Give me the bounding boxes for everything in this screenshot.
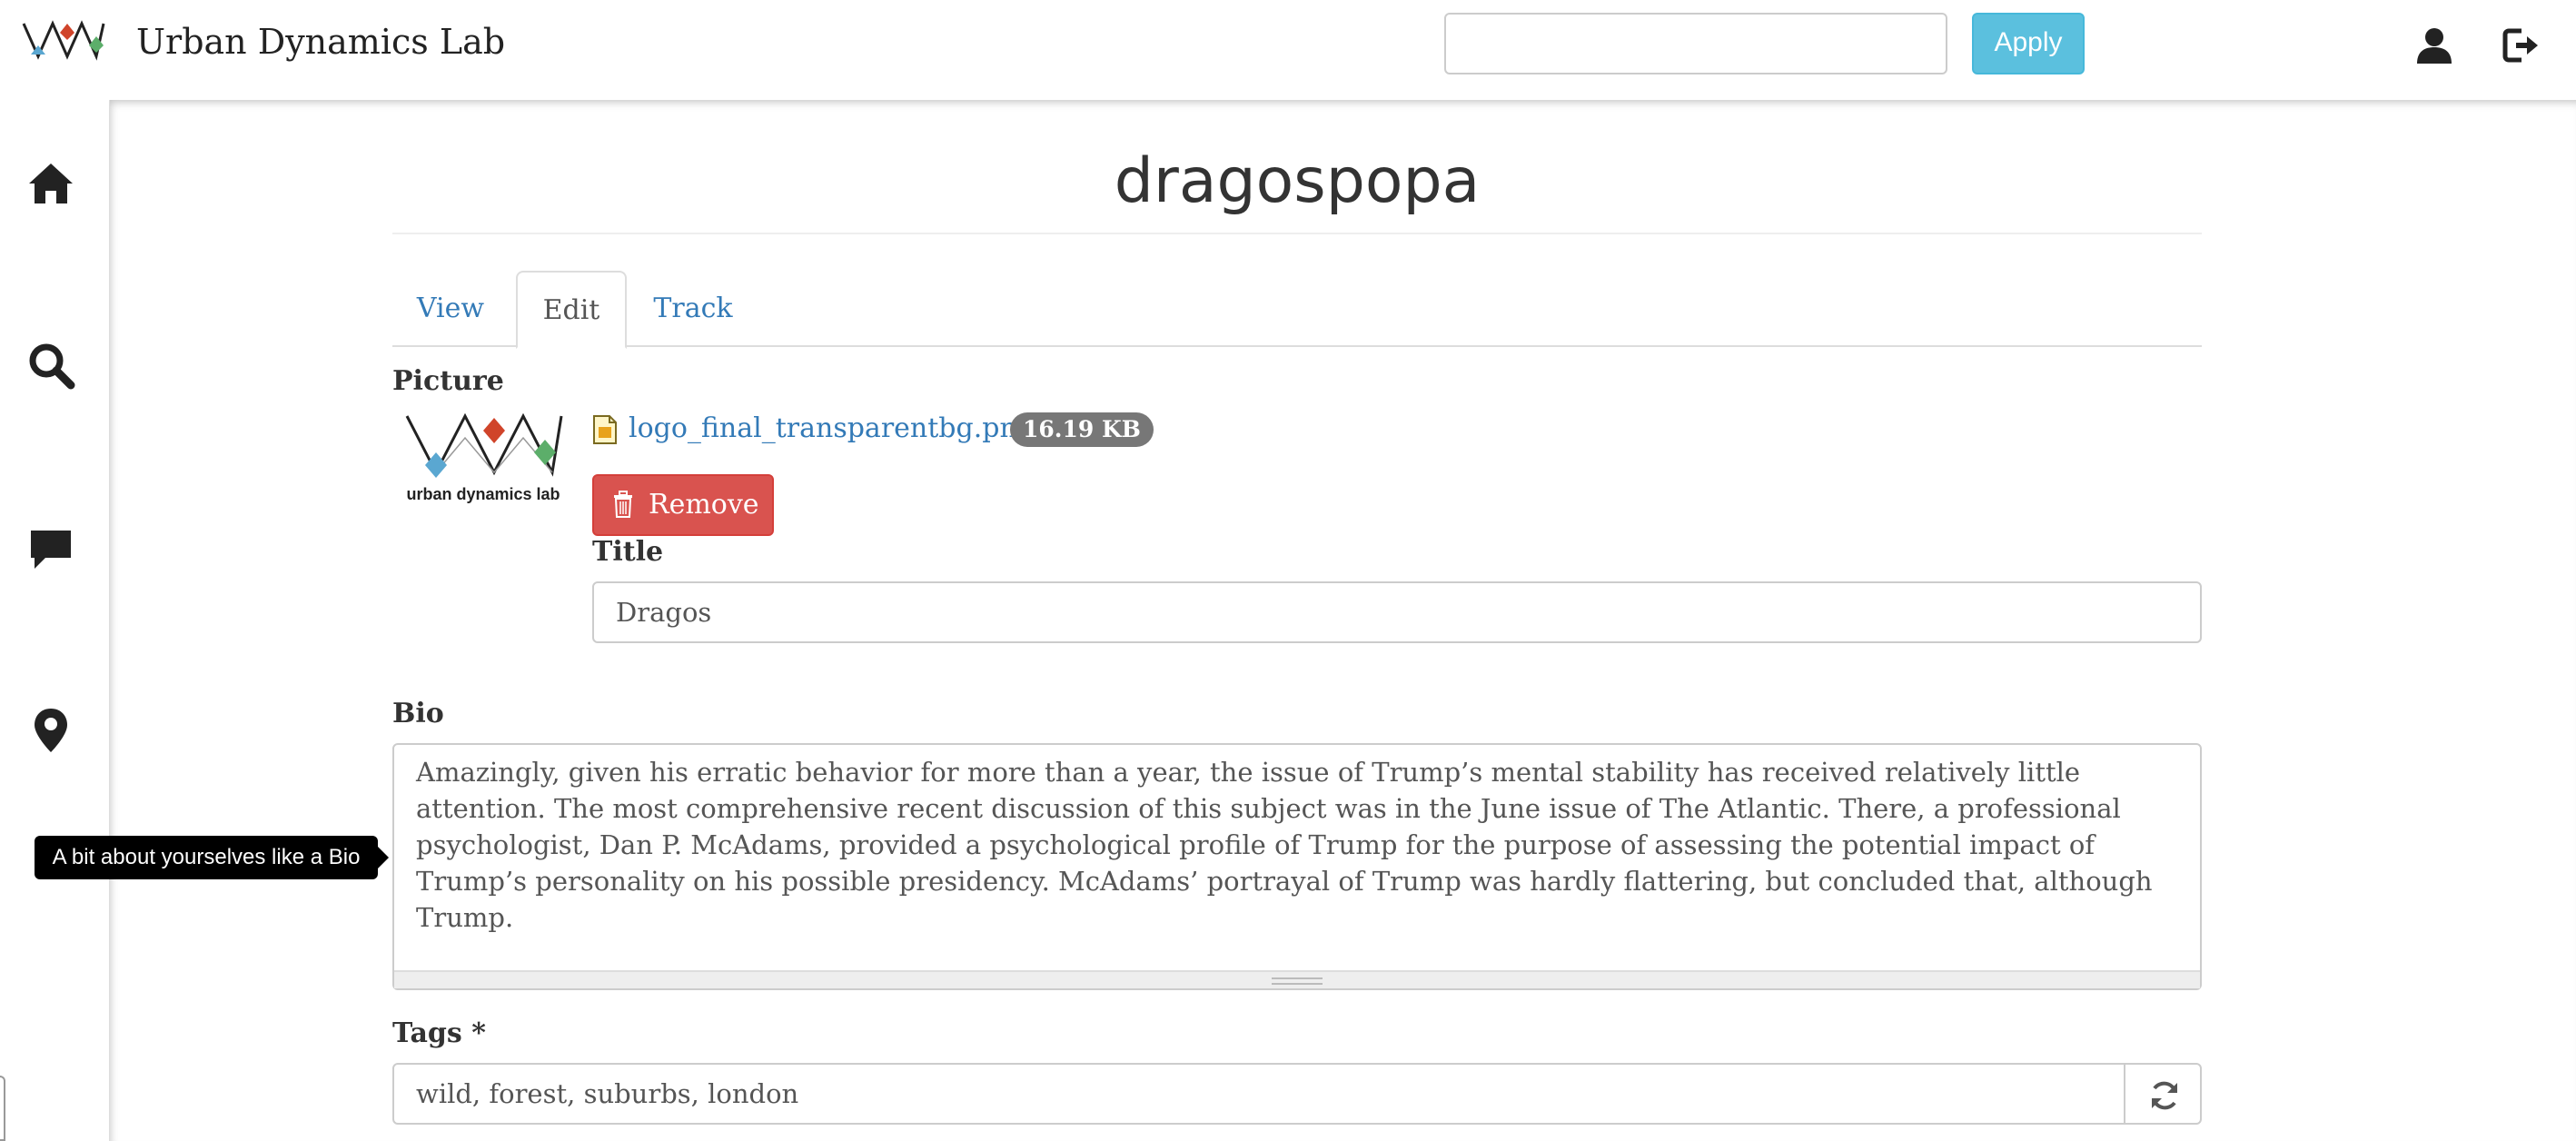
profile-picture-thumbnail: urban dynamics lab	[405, 412, 563, 503]
page-title: dragospopa	[1114, 145, 1481, 217]
urban-dynamics-logo[interactable]	[20, 18, 107, 62]
textarea-resize-grip[interactable]	[394, 970, 2200, 988]
logout-icon[interactable]	[2502, 25, 2541, 65]
tags-input[interactable]: wild, forest, suburbs, london	[392, 1063, 2125, 1125]
search-icon[interactable]	[25, 340, 76, 391]
tab-bar: View Edit Track	[392, 271, 2202, 349]
apply-button[interactable]: Apply	[1972, 13, 2085, 74]
top-navbar: Urban Dynamics Lab Apply	[0, 0, 2576, 100]
title-label: Title	[592, 536, 664, 568]
tags-input-group: wild, forest, suburbs, london	[392, 1063, 2202, 1125]
image-file-icon	[593, 415, 617, 444]
title-input[interactable]: Dragos	[592, 581, 2202, 643]
tags-label: Tags *	[392, 1017, 486, 1049]
comment-icon[interactable]	[25, 523, 76, 574]
sidebar	[0, 100, 109, 1141]
map-marker-icon[interactable]	[25, 705, 76, 756]
bio-text: Amazingly, given his erratic behavior fo…	[416, 757, 2153, 933]
brand-name[interactable]: Urban Dynamics Lab	[136, 20, 505, 64]
tooltip-arrow	[378, 847, 389, 868]
refresh-tags-button[interactable]	[2124, 1063, 2202, 1125]
tab-edit[interactable]: Edit	[516, 271, 627, 349]
file-size-badge: 16.19 KB	[1010, 412, 1154, 447]
logo-caption: urban dynamics lab	[406, 485, 560, 503]
refresh-icon	[2152, 1081, 2177, 1110]
tab-track[interactable]: Track	[634, 271, 752, 347]
home-icon[interactable]	[25, 158, 76, 209]
user-icon[interactable]	[2414, 25, 2454, 65]
page-edge-mark	[0, 1076, 5, 1141]
bio-label: Bio	[392, 698, 444, 729]
remove-picture-button[interactable]: Remove	[592, 474, 774, 536]
picture-label: Picture	[392, 365, 504, 397]
title-divider	[392, 233, 2202, 234]
picture-file-link[interactable]: logo_final_transparentbg.png	[629, 411, 1035, 447]
tab-view[interactable]: View	[392, 271, 509, 347]
trash-icon	[614, 491, 632, 518]
remove-label: Remove	[649, 489, 759, 521]
bio-textarea[interactable]: Amazingly, given his erratic behavior fo…	[392, 743, 2202, 990]
bio-tooltip: A bit about yourselves like a Bio	[35, 836, 378, 879]
nav-search-input[interactable]	[1444, 13, 1947, 74]
grip-lines	[1272, 977, 1323, 985]
